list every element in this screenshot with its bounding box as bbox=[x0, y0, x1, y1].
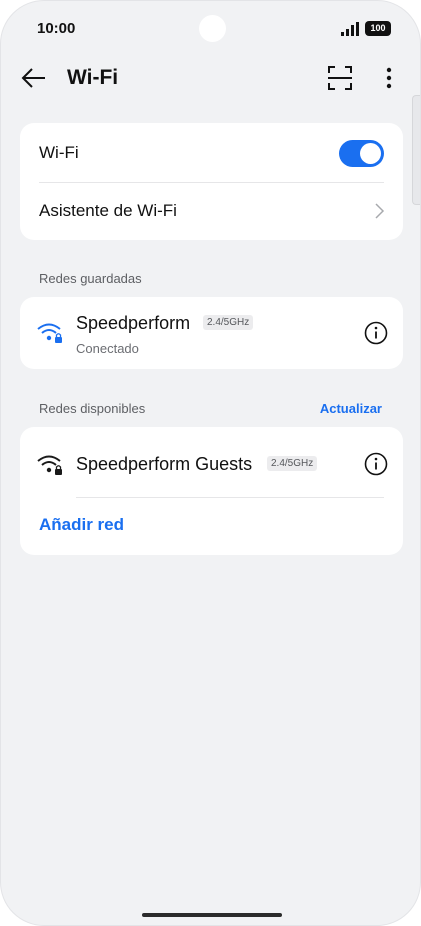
available-networks-card: Speedperform Guests 2.4/5GHz Añadir red bbox=[20, 427, 403, 555]
battery-level: 100 bbox=[370, 23, 386, 33]
wifi-settings-card: Wi-Fi Asistente de Wi-Fi bbox=[20, 123, 403, 240]
saved-networks-card: Speedperform 2.4/5GHz Conectado bbox=[20, 297, 403, 369]
network-row-speedperform[interactable]: Speedperform 2.4/5GHz Conectado bbox=[20, 297, 403, 369]
info-icon[interactable] bbox=[364, 321, 388, 345]
saved-networks-header: Redes guardadas bbox=[39, 271, 142, 286]
network-row-speedperform-guests[interactable]: Speedperform Guests 2.4/5GHz bbox=[20, 427, 403, 497]
arrow-left-icon[interactable] bbox=[21, 65, 47, 91]
band-badge: 2.4/5GHz bbox=[267, 456, 318, 471]
wifi-toggle-row[interactable]: Wi-Fi bbox=[20, 123, 403, 183]
battery-icon: 100 bbox=[365, 21, 391, 36]
band-badge: 2.4/5GHz bbox=[203, 315, 254, 330]
scan-icon[interactable] bbox=[327, 65, 353, 91]
camera-cutout bbox=[199, 15, 226, 42]
signal-icon bbox=[341, 22, 359, 36]
divider bbox=[76, 497, 384, 498]
refresh-button[interactable]: Actualizar bbox=[320, 401, 382, 416]
scrollbar[interactable] bbox=[412, 95, 420, 205]
wifi-toggle-label: Wi-Fi bbox=[39, 143, 79, 162]
status-bar: 10:00 100 bbox=[1, 1, 420, 57]
page-title: Wi-Fi bbox=[67, 66, 119, 89]
chevron-right-icon bbox=[375, 203, 385, 219]
app-bar: Wi-Fi bbox=[1, 53, 420, 105]
wifi-lock-icon bbox=[37, 455, 62, 475]
info-icon[interactable] bbox=[364, 452, 388, 476]
network-name: Speedperform bbox=[76, 313, 191, 333]
toggle-knob bbox=[360, 143, 381, 164]
available-networks-header: Redes disponibles bbox=[39, 401, 146, 416]
wifi-lock-icon bbox=[37, 323, 62, 343]
more-vertical-icon[interactable] bbox=[379, 65, 399, 91]
wifi-assistant-label: Asistente de Wi-Fi bbox=[39, 201, 177, 220]
wifi-toggle-switch[interactable] bbox=[339, 140, 384, 167]
wifi-assistant-row[interactable]: Asistente de Wi-Fi bbox=[20, 183, 403, 240]
home-indicator[interactable] bbox=[142, 913, 282, 917]
network-name: Speedperform Guests bbox=[76, 454, 253, 474]
phone-screen: 10:00 100 Wi-Fi Wi-Fi Asistente de Wi-Fi… bbox=[0, 0, 421, 926]
status-time: 10:00 bbox=[37, 20, 76, 37]
add-network-button[interactable]: Añadir red bbox=[39, 515, 124, 535]
network-status: Conectado bbox=[76, 341, 139, 356]
